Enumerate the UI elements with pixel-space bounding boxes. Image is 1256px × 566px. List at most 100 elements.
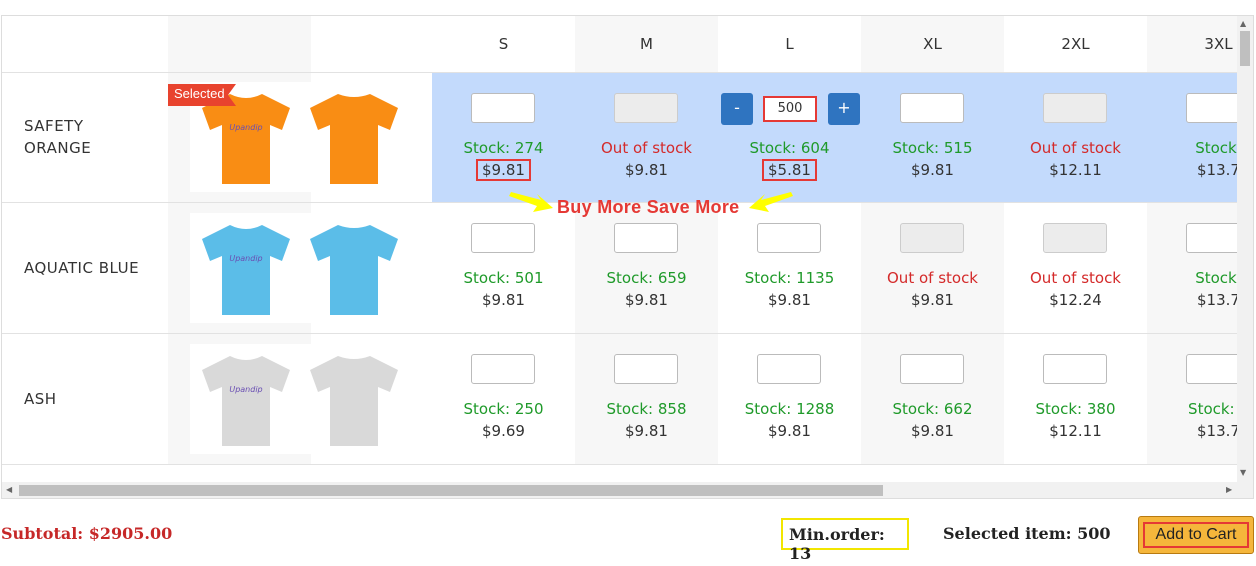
stock-label: Stock: 604 <box>749 139 830 157</box>
price-label: $9.81 <box>432 291 575 309</box>
stock-label: Stock: 501 <box>463 269 544 287</box>
shirt-logo-text: Upandip <box>229 123 262 132</box>
price-value: $9.81 <box>768 291 811 309</box>
quantity-input[interactable] <box>471 354 535 384</box>
tshirt-front-image: Upandip <box>202 356 290 446</box>
arrow-right <box>749 192 793 212</box>
product-size-grid: S M L XL 2XL 3XL SAFETY ORANGE Upandip S… <box>1 15 1254 499</box>
price-label: $9.81 <box>718 422 861 440</box>
stock-label: Out of stock <box>601 139 692 157</box>
tshirt-back-image <box>310 225 398 315</box>
vertical-scroll-thumb[interactable] <box>1240 31 1250 66</box>
min-order-box: Min.order: 13 <box>781 518 909 563</box>
scroll-left-icon[interactable]: ◀ <box>6 485 12 494</box>
quantity-increase-button[interactable]: + <box>828 93 860 125</box>
price-label: $9.69 <box>432 422 575 440</box>
min-order: Min.order: 13 <box>789 525 885 563</box>
buy-more-save-more-annotation: Buy More Save More <box>557 197 740 217</box>
stock-label: Stock: 662 <box>892 400 973 418</box>
size-header-2xl: 2XL <box>1061 35 1090 53</box>
selected-badge-label: Selected <box>174 86 225 101</box>
size-header-s: S <box>498 35 509 53</box>
size-header-m: M <box>640 35 653 53</box>
price-value: $9.81 <box>482 291 525 309</box>
price-value: $13.7 <box>1197 422 1240 440</box>
quantity-decrease-button[interactable]: - <box>721 93 753 125</box>
quantity-input[interactable] <box>757 223 821 253</box>
stock-label: Out of stock <box>1030 139 1121 157</box>
color-name-ash: ASH <box>24 388 57 410</box>
shirt-logo-text: Upandip <box>229 385 262 394</box>
price-value: $9.81 <box>911 291 954 309</box>
price-label: $12.11 <box>1004 422 1147 440</box>
horizontal-scrollbar[interactable]: ◀ ▶ <box>2 482 1238 498</box>
add-to-cart-button[interactable]: Add to Cart <box>1138 516 1254 554</box>
stock-label: Out of stock <box>1030 269 1121 287</box>
quantity-input[interactable] <box>900 93 964 123</box>
stock-label: Stock: 1135 <box>744 269 835 287</box>
stock-label: Stock: 515 <box>892 139 973 157</box>
tshirt-back-image <box>310 94 398 184</box>
selected-badge: Selected <box>168 84 236 110</box>
price-value: $9.81 <box>625 422 668 440</box>
quantity-input <box>900 223 964 253</box>
quantity-input[interactable] <box>614 354 678 384</box>
price-label: $9.81 <box>575 291 718 309</box>
price-value: $12.24 <box>1049 291 1102 309</box>
price-value: $9.81 <box>625 291 668 309</box>
price-label: $9.81 <box>575 161 718 179</box>
price-label: $9.81 <box>718 291 861 309</box>
subtotal: Subtotal: $2905.00 <box>1 524 173 543</box>
price-label: $9.81 <box>861 291 1004 309</box>
add-to-cart-label: Add to Cart <box>1143 522 1249 548</box>
scroll-corner <box>1237 482 1253 498</box>
price-value: $9.81 <box>625 161 668 179</box>
size-header-l: L <box>785 35 794 53</box>
price-label: $9.81 <box>575 422 718 440</box>
stock-label: Stock: 274 <box>463 139 544 157</box>
product-images-ash[interactable]: Upandip <box>190 344 410 454</box>
stock-label: Stock: 1288 <box>744 400 835 418</box>
quantity-input[interactable] <box>471 223 535 253</box>
stock-label: Stock: 380 <box>1035 400 1116 418</box>
quantity-input[interactable] <box>1043 354 1107 384</box>
quantity-input <box>1043 223 1107 253</box>
color-name-aquatic-blue: AQUATIC BLUE <box>24 257 139 279</box>
stock-label: Stock: 858 <box>606 400 687 418</box>
price-value: $9.81 <box>911 422 954 440</box>
color-name-line: ORANGE <box>24 139 92 157</box>
price-label: $12.24 <box>1004 291 1147 309</box>
color-name-line: ASH <box>24 390 57 408</box>
price-value: $12.11 <box>1049 161 1102 179</box>
color-name-safety-orange: SAFETY ORANGE <box>24 115 91 159</box>
price-label: $9.81 <box>861 422 1004 440</box>
tshirt-front-image: Upandip <box>202 225 290 315</box>
quantity-input[interactable] <box>614 223 678 253</box>
stock-label: Stock: 659 <box>606 269 687 287</box>
scroll-up-icon[interactable]: ▲ <box>1240 19 1246 28</box>
selected-item-count: Selected item: 500 <box>943 524 1111 543</box>
vertical-scrollbar[interactable]: ▲ ▼ <box>1237 16 1253 482</box>
quantity-input <box>1043 93 1107 123</box>
quantity-input <box>614 93 678 123</box>
arrow-left <box>509 192 553 212</box>
price-value: $9.81 <box>768 422 811 440</box>
scroll-right-icon[interactable]: ▶ <box>1226 485 1232 494</box>
price-label: $5.81 <box>718 159 861 181</box>
color-name-line: SAFETY <box>24 117 84 135</box>
quantity-input[interactable]: 500 <box>763 96 817 122</box>
product-images-aquatic-blue[interactable]: Upandip <box>190 213 410 323</box>
quantity-input[interactable] <box>471 93 535 123</box>
color-name-line: AQUATIC BLUE <box>24 259 140 277</box>
price-value: $9.69 <box>482 422 525 440</box>
quantity-input[interactable] <box>900 354 964 384</box>
row-divider <box>2 464 1238 465</box>
quantity-input[interactable] <box>757 354 821 384</box>
scroll-down-icon[interactable]: ▼ <box>1240 468 1246 477</box>
price-value: $9.81 <box>476 159 531 181</box>
tshirt-back-image <box>310 356 398 446</box>
price-value: $9.81 <box>911 161 954 179</box>
horizontal-scroll-thumb[interactable] <box>19 485 883 496</box>
price-value: $13.7 <box>1197 161 1240 179</box>
row-divider <box>2 72 1238 73</box>
